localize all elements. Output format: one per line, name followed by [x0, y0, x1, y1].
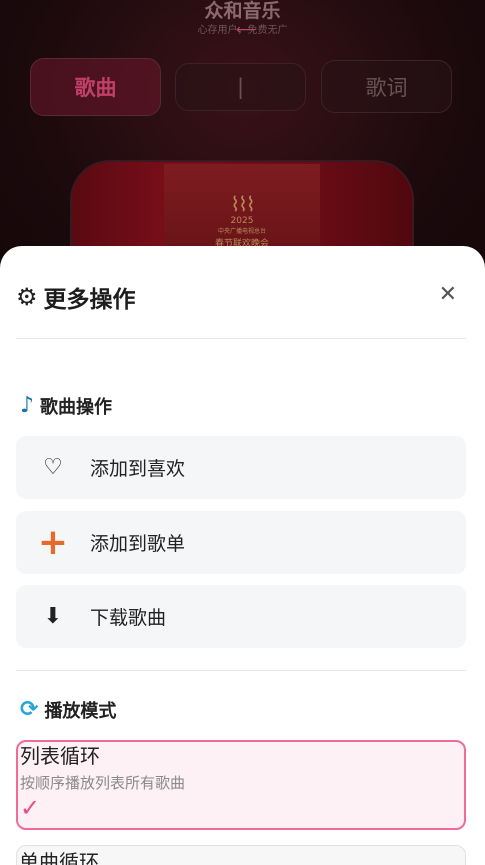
download-song-label: 下载歌曲 [90, 607, 167, 629]
add-to-favorites-button[interactable]: ♡ 添加到喜欢 [16, 436, 466, 499]
tab-lyrics[interactable]: 歌词 [321, 60, 452, 113]
checkmark-icon: ✓ [20, 794, 41, 822]
mode-name: 列表循环 [20, 744, 100, 768]
download-song-button[interactable]: ⬇ 下载歌曲 [16, 585, 466, 648]
add-to-playlist-label: 添加到歌单 [90, 533, 186, 555]
back-arrow-icon[interactable]: ⟵ [236, 22, 256, 38]
close-icon[interactable]: ✕ [439, 282, 457, 307]
sheet-header: ⚙ 更多操作 [16, 280, 136, 314]
section-divider [16, 670, 466, 671]
cover-logo: ⌇⌇⌇ 2025 中央广播电视总台 春节联欢晚会 [214, 192, 269, 249]
sheet-title: 更多操作 [43, 287, 136, 313]
download-icon: ⬇ [43, 604, 63, 629]
mode-name: 单曲循环 [19, 850, 99, 865]
plus-icon: + [37, 521, 69, 563]
mode-section-label: 播放模式 [44, 701, 117, 722]
gear-icon: ⚙ [16, 283, 38, 311]
song-section-label: 歌曲操作 [40, 397, 113, 418]
music-note-icon: ♪ [20, 393, 35, 418]
cycle-icon: ⟳ [20, 697, 39, 722]
mode-section-title: ⟳ 播放模式 [20, 697, 116, 723]
tab-song[interactable]: 歌曲 [30, 58, 161, 116]
song-section-title: ♪ 歌曲操作 [20, 393, 112, 419]
cover-org: 中央广播电视总台 [217, 228, 266, 235]
heart-icon: ♡ [43, 455, 63, 480]
app-title: 众和音乐 [204, 0, 281, 22]
tab-divider[interactable]: | [175, 63, 306, 111]
cover-year: 2025 [230, 216, 254, 226]
add-to-favorites-label: 添加到喜欢 [90, 458, 186, 480]
header-divider [16, 338, 466, 339]
add-to-playlist-button[interactable]: + 添加到歌单 [16, 511, 466, 574]
mode-description: 按顺序播放列表所有歌曲 [20, 774, 186, 792]
mode-single-loop[interactable]: 单曲循环 [16, 845, 466, 865]
mode-list-loop[interactable]: 列表循环 按顺序播放列表所有歌曲 ✓ [16, 740, 466, 830]
more-actions-sheet: ⚙ 更多操作 ✕ ♪ 歌曲操作 ♡ 添加到喜欢 + 添加到歌单 ⬇ 下载歌曲 ⟳… [0, 246, 485, 865]
